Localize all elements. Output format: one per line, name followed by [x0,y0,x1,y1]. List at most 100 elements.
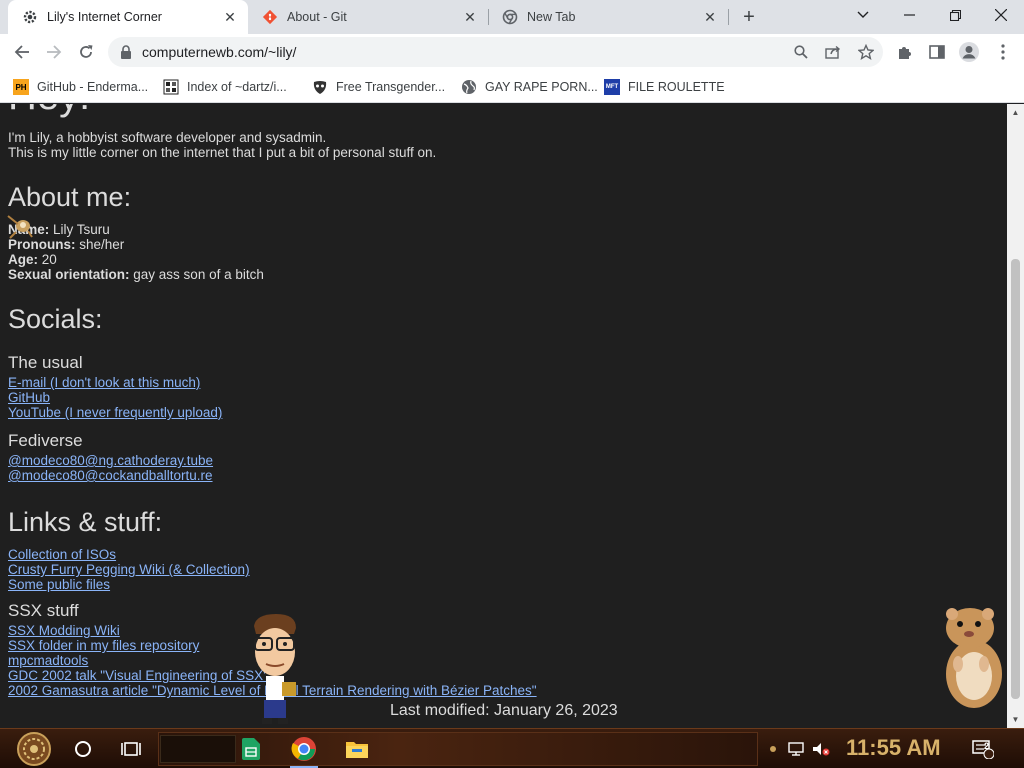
about-value: Lily Tsuru [49,222,110,237]
bookmark-index[interactable]: Index of ~dartz/i... [163,77,287,97]
about-value: she/her [75,237,125,252]
taskbar-clock[interactable]: 11:55 AM [846,735,941,761]
intro-line: This is my little corner on the internet… [8,145,437,160]
close-tab-icon[interactable]: ✕ [702,9,718,25]
close-window-button[interactable] [978,0,1024,30]
fediverse-link[interactable]: @modeco80@cockandballtortu.re [8,468,213,483]
search-circle-icon[interactable] [68,729,98,768]
lock-icon[interactable] [120,45,132,64]
profile-avatar-icon[interactable] [956,38,982,66]
bookmark-file-roulette[interactable]: MFT FILE ROULETTE [604,77,725,97]
cartoon-character-image [248,612,302,728]
bookmark-github[interactable]: PH GitHub - Enderma... [13,77,148,97]
youtube-link[interactable]: YouTube (I never frequently upload) [8,405,222,420]
page-scrollbar[interactable]: ▲ ▼ [1007,104,1024,728]
menu-kebab-icon[interactable] [990,38,1016,66]
close-tab-icon[interactable]: ✕ [222,9,238,25]
search-icon[interactable] [791,42,811,62]
share-icon[interactable] [823,42,843,62]
taskbar: 11:55 AM 2 [0,728,1024,768]
about-label: Age: [8,252,38,267]
browser-toolbar: computernewb.com/~lily/ [0,34,1024,71]
screen: Lily's Internet Corner ✕ About - Git ✕ N… [0,0,1024,768]
links-heading: Links & stuff: [8,507,163,537]
restore-button[interactable] [932,0,978,30]
ssx-heading: SSX stuff [8,601,79,620]
tab-search-icon[interactable] [840,0,886,30]
close-tab-icon[interactable]: ✕ [462,9,478,25]
notifications-icon[interactable]: 2 [968,729,998,768]
reload-button[interactable] [72,38,100,66]
tab-title: New Tab [527,10,576,24]
bookmark-star-icon[interactable] [856,42,876,62]
socials-heading: Socials: [8,304,103,334]
fediverse-heading: Fediverse [8,431,83,450]
about-heading: About me: [8,182,132,212]
page-viewport: Hey! I'm Lily, a hobbyist software devel… [0,104,1007,728]
mask-icon [312,79,328,95]
network-icon[interactable] [786,729,806,768]
chrome-favicon-icon [502,9,518,25]
about-value: 20 [38,252,57,267]
side-panel-icon[interactable] [924,38,950,66]
file-explorer-icon[interactable] [342,729,372,768]
fediverse-link[interactable]: @modeco80@ng.cathoderay.tube [8,453,213,468]
usual-heading: The usual [8,353,83,372]
back-button[interactable] [8,38,36,66]
new-tab-button[interactable]: + [737,5,761,29]
ssx-link[interactable]: mpcmadtools [8,653,88,668]
minimize-button[interactable] [886,0,932,30]
task-view-icon[interactable] [116,729,146,768]
git-favicon-icon [262,9,278,25]
chrome-app-icon[interactable] [288,729,320,768]
sheets-app-icon[interactable] [238,729,264,768]
github-link[interactable]: GitHub [8,390,50,405]
tab-about-git[interactable]: About - Git ✕ [248,0,488,34]
tab-title: Lily's Internet Corner [47,10,162,24]
bookmark-free-transgender[interactable]: Free Transgender... [312,77,445,97]
ph-icon: PH [13,79,29,95]
about-orientation: Sexual orientation: gay ass son of a bit… [8,267,264,282]
extensions-icon[interactable] [892,38,918,66]
start-button[interactable] [10,729,58,768]
scrollbar-thumb[interactable] [1011,259,1020,699]
ssx-link[interactable]: GDC 2002 talk "Visual Engineering of SSX… [8,668,268,683]
tab-new-tab[interactable]: New Tab ✕ [488,0,728,34]
tab-title: About - Git [287,10,347,24]
page-heading: Hey! [8,104,90,119]
scroll-up-icon[interactable]: ▲ [1011,108,1020,117]
tab-lilys-internet-corner[interactable]: Lily's Internet Corner ✕ [8,0,248,34]
last-modified: Last modified: January 26, 2023 [390,702,618,719]
bookmark-label: Free Transgender... [336,80,446,94]
animated-cursor-icon [6,214,36,245]
bookmark-gay-rape-porn[interactable]: GAY RAPE PORN... [461,77,598,97]
bookmark-label: GitHub - Enderma... [37,80,149,94]
about-age: Age: 20 [8,252,57,267]
hamster-image [938,604,1007,719]
about-label: Sexual orientation: [8,267,130,282]
scroll-down-icon[interactable]: ▼ [1011,715,1020,724]
iso-collection-link[interactable]: Collection of ISOs [8,547,116,562]
bookmark-label: GAY RAPE PORN... [485,80,598,94]
ssx-link[interactable]: SSX Modding Wiki [8,623,120,638]
tab-strip: Lily's Internet Corner ✕ About - Git ✕ N… [0,0,1024,34]
gear-favicon-icon [22,9,38,25]
url-text: computernewb.com/~lily/ [142,44,297,60]
intro-line: I'm Lily, a hobbyist software developer … [8,130,327,145]
tab-separator [728,9,729,25]
index-icon [163,79,179,95]
show-hidden-icons-icon[interactable] [766,729,780,768]
taskbar-slot [160,735,236,763]
bookmarks-bar: PH GitHub - Enderma... Index of ~dartz/i… [0,71,1024,103]
ssx-link[interactable]: SSX folder in my files repository [8,638,199,653]
volume-muted-icon[interactable] [810,729,832,768]
email-link[interactable]: E-mail (I don't look at this much) [8,375,200,390]
about-value: gay ass son of a bitch [129,267,264,282]
wiki-link[interactable]: Crusty Furry Pegging Wiki (& Collection) [8,562,250,577]
notification-count: 2 [984,741,990,751]
public-files-link[interactable]: Some public files [8,577,110,592]
address-bar[interactable]: computernewb.com/~lily/ [108,37,883,67]
bookmark-label: Index of ~dartz/i... [187,80,287,94]
forward-button[interactable] [40,38,68,66]
bookmark-label: FILE ROULETTE [628,80,725,94]
